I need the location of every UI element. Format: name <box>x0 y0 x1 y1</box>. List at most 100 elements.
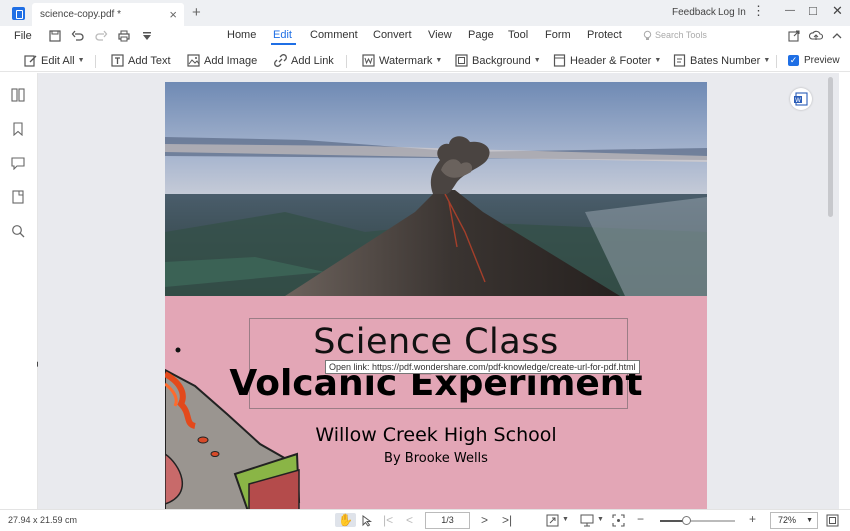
bates-number-button[interactable]: Bates Number ▼ <box>673 52 770 69</box>
chevron-down-icon: ▼ <box>435 57 443 64</box>
bookmark-icon[interactable] <box>11 122 25 136</box>
login-link[interactable]: Log In <box>718 7 746 18</box>
menu-form[interactable]: Form <box>545 29 571 41</box>
search-icon[interactable] <box>11 224 25 238</box>
document-tab[interactable]: science-copy.pdf * × <box>32 3 184 26</box>
select-tool-icon[interactable] <box>361 515 373 527</box>
text-box-icon <box>111 54 124 67</box>
add-image-label: Add Image <box>204 54 258 67</box>
menu-comment[interactable]: Comment <box>310 29 358 41</box>
chevron-down-icon: ▼ <box>654 57 662 64</box>
menu-tool[interactable]: Tool <box>508 29 528 41</box>
previous-page-icon[interactable]: < <box>406 513 413 527</box>
next-page-icon[interactable]: > <box>481 513 488 527</box>
last-page-icon[interactable]: >| <box>502 513 512 527</box>
vertical-scrollbar[interactable] <box>828 77 833 217</box>
menu-view[interactable]: View <box>428 29 452 41</box>
thumbnails-icon[interactable] <box>11 88 25 102</box>
page-size-label: 27.94 x 21.59 cm <box>8 515 78 525</box>
layout-options-caret-icon[interactable]: ▼ <box>597 516 604 523</box>
chevron-down-icon: ▼ <box>533 57 541 64</box>
menu-protect[interactable]: Protect <box>587 29 622 41</box>
watermark-icon <box>362 54 375 67</box>
lightbulb-icon <box>643 30 652 40</box>
comment-icon[interactable] <box>11 156 25 170</box>
zoom-level-select[interactable]: 72% ▼ <box>770 512 818 529</box>
link-icon <box>274 54 287 67</box>
volcano-photo[interactable] <box>165 82 707 296</box>
minimize-button[interactable]: — <box>785 5 795 16</box>
preview-label: Preview <box>804 55 840 66</box>
menu-file[interactable]: File <box>14 30 32 42</box>
page-number-input[interactable]: 1/3 <box>425 512 470 529</box>
redo-icon[interactable] <box>94 29 108 43</box>
convert-to-word-button[interactable]: W <box>790 88 812 110</box>
attachment-icon[interactable] <box>11 190 25 204</box>
add-link-button[interactable]: Add Link <box>274 52 334 69</box>
toolbar-divider <box>95 55 96 68</box>
edit-all-label: Edit All <box>41 54 75 67</box>
header-footer-button[interactable]: Header & Footer ▼ <box>553 52 661 69</box>
edit-toolbar: Edit All ▼ Add Text Add Image Add Link Wa… <box>0 48 850 72</box>
zoom-slider-handle[interactable] <box>682 516 691 525</box>
status-bar: 27.94 x 21.59 cm ✋ |< < 1/3 > >| ▼ ▼ − +… <box>0 509 850 531</box>
maximize-button[interactable]: □ <box>809 3 817 18</box>
share-icon[interactable] <box>787 29 801 43</box>
chevron-down-icon: ▼ <box>763 57 771 64</box>
add-text-button[interactable]: Add Text <box>111 52 171 69</box>
save-icon[interactable] <box>48 29 62 43</box>
add-link-label: Add Link <box>291 54 334 67</box>
hand-tool-icon[interactable]: ✋ <box>335 513 356 527</box>
cloud-upload-icon[interactable] <box>809 29 823 43</box>
preview-checkbox-icon[interactable]: ✓ <box>788 55 799 66</box>
search-tools-input[interactable]: Search Tools <box>655 30 707 40</box>
document-canvas[interactable]: Science Class Volcanic Experiment Willow… <box>38 73 839 509</box>
zoom-level-value: 72% <box>778 515 797 525</box>
add-image-button[interactable]: Add Image <box>187 52 257 69</box>
active-menu-indicator <box>271 43 296 45</box>
zoom-out-button[interactable]: − <box>637 512 644 526</box>
print-icon[interactable] <box>117 29 131 43</box>
bates-number-icon <box>673 54 686 67</box>
background-button[interactable]: Background ▼ <box>455 52 541 69</box>
volcano-illustration <box>165 347 301 509</box>
background-label: Background <box>472 54 531 67</box>
tab-close-icon[interactable]: × <box>169 7 177 22</box>
collapse-ribbon-icon[interactable] <box>830 29 844 43</box>
customize-toolbar-icon[interactable] <box>140 29 154 43</box>
close-window-button[interactable]: ✕ <box>832 3 843 19</box>
bates-number-label: Bates Number <box>690 54 761 67</box>
app-logo-icon <box>12 7 25 20</box>
menu-page[interactable]: Page <box>468 29 494 41</box>
zoom-in-button[interactable]: + <box>749 512 756 526</box>
view-mode-icon[interactable] <box>826 514 839 527</box>
document-tab-title: science-copy.pdf * <box>40 9 121 20</box>
toolbar-divider <box>776 55 777 68</box>
image-icon <box>187 54 200 67</box>
header-footer-icon <box>553 54 566 67</box>
page-layout-icon[interactable] <box>580 514 594 527</box>
background-icon <box>455 54 468 67</box>
watermark-button[interactable]: Watermark ▼ <box>362 52 442 69</box>
link-tooltip: Open link: https://pdf.wondershare.com/p… <box>325 360 640 374</box>
menu-convert[interactable]: Convert <box>373 29 412 41</box>
edit-all-button[interactable]: Edit All ▼ <box>24 52 85 69</box>
fit-options-caret-icon[interactable]: ▼ <box>562 516 569 523</box>
header-footer-label: Header & Footer <box>570 54 652 67</box>
chevron-down-icon: ▼ <box>77 57 85 64</box>
chevron-down-icon: ▼ <box>806 517 813 524</box>
first-page-icon[interactable]: |< <box>383 513 393 527</box>
fit-page-icon[interactable] <box>546 514 559 527</box>
menu-edit[interactable]: Edit <box>273 29 292 41</box>
left-sidebar: ▶ <box>0 73 42 509</box>
pdf-page[interactable]: Science Class Volcanic Experiment Willow… <box>165 82 707 509</box>
edit-all-icon <box>24 55 37 67</box>
feedback-link[interactable]: Feedback <box>672 7 716 18</box>
undo-icon[interactable] <box>71 29 85 43</box>
new-tab-button[interactable]: + <box>192 4 201 21</box>
word-icon: W <box>794 92 808 106</box>
menu-home[interactable]: Home <box>227 29 256 41</box>
full-screen-icon[interactable] <box>612 514 625 527</box>
more-options-icon[interactable]: ⋮ <box>752 3 765 19</box>
preview-toggle[interactable]: ✓ Preview <box>788 52 840 69</box>
